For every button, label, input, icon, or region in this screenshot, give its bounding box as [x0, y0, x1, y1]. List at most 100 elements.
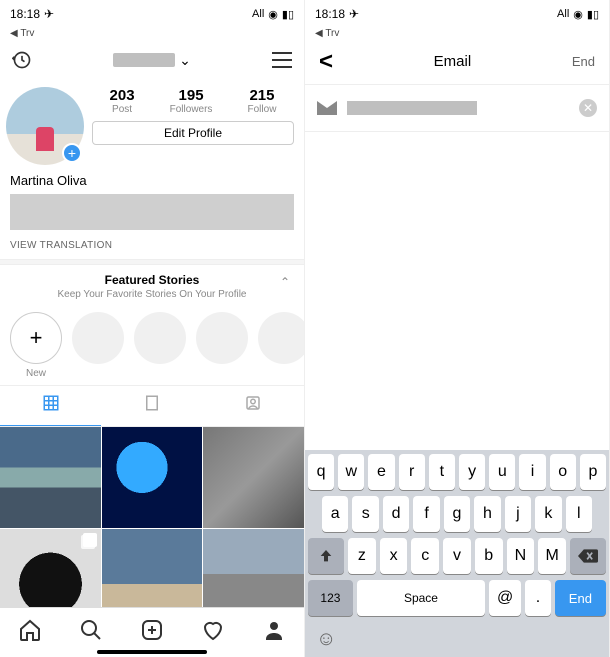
- profile-navbar: ⌄: [0, 39, 304, 81]
- nav-search[interactable]: [79, 618, 103, 647]
- key-k[interactable]: k: [535, 496, 561, 532]
- avatar-wrap[interactable]: +: [6, 87, 86, 167]
- key-u[interactable]: u: [489, 454, 515, 490]
- key-backspace[interactable]: [570, 538, 606, 574]
- key-q[interactable]: q: [308, 454, 334, 490]
- photo-cell[interactable]: [102, 427, 203, 528]
- key-w[interactable]: w: [338, 454, 364, 490]
- key-o[interactable]: o: [550, 454, 576, 490]
- photo-cell[interactable]: [0, 427, 101, 528]
- key-y[interactable]: y: [459, 454, 485, 490]
- profile-header: + 203 Post 195 Followers 215 Follow Edit…: [0, 81, 304, 171]
- bio-redacted: [10, 194, 294, 230]
- stat-followers[interactable]: 195 Followers: [170, 87, 213, 115]
- location-icon: ✈: [44, 7, 54, 21]
- key-j[interactable]: j: [505, 496, 531, 532]
- back-button[interactable]: <: [319, 48, 333, 76]
- phone-left: 18:18 ✈ All ◉ ▮▯ ◀ Trv ⌄ + 203 Post: [0, 0, 305, 657]
- battery-icon: ▮▯: [282, 8, 294, 21]
- back-trv[interactable]: ◀ Trv: [0, 28, 304, 39]
- menu-button[interactable]: [272, 52, 292, 68]
- keyboard: q w e r t y u i o p a s d f g h j k l z …: [305, 450, 609, 657]
- key-at[interactable]: @: [489, 580, 521, 616]
- username-redacted: [113, 53, 175, 67]
- photo-grid: [0, 427, 304, 629]
- location-icon: ✈: [349, 7, 359, 21]
- key-s[interactable]: s: [352, 496, 378, 532]
- key-r[interactable]: r: [399, 454, 425, 490]
- keyboard-row-4: 123 Space @ . End: [308, 580, 606, 616]
- nav-add[interactable]: [140, 618, 164, 647]
- key-e[interactable]: e: [368, 454, 394, 490]
- key-x[interactable]: x: [380, 538, 408, 574]
- key-space[interactable]: Space: [357, 580, 485, 616]
- stat-posts[interactable]: 203 Post: [110, 87, 135, 115]
- emoji-button[interactable]: ☺: [308, 622, 606, 651]
- key-n[interactable]: N: [507, 538, 535, 574]
- add-story-badge[interactable]: +: [62, 143, 82, 163]
- key-a[interactable]: a: [322, 496, 348, 532]
- stat-following[interactable]: 215 Follow: [248, 87, 277, 115]
- key-f[interactable]: f: [413, 496, 439, 532]
- email-field-row: ✕: [305, 85, 609, 132]
- end-button[interactable]: End: [572, 54, 595, 69]
- view-translation-link[interactable]: VIEW TRANSLATION: [0, 234, 304, 259]
- email-navbar: < Email End: [305, 39, 609, 85]
- nav-activity[interactable]: [201, 618, 225, 647]
- tab-tagged[interactable]: [203, 386, 304, 426]
- key-shift[interactable]: [308, 538, 344, 574]
- highlight-placeholder: [72, 312, 124, 379]
- tab-feed[interactable]: [101, 386, 202, 426]
- email-input[interactable]: [347, 101, 477, 115]
- carrier-label: All: [557, 8, 569, 20]
- featured-stories-header[interactable]: Featured Stories Keep Your Favorite Stor…: [0, 265, 304, 306]
- edit-profile-button[interactable]: Edit Profile: [92, 121, 294, 145]
- home-indicator: [97, 650, 207, 654]
- status-time: 18:18: [315, 7, 345, 21]
- keyboard-row-1: q w e r t y u i o p: [308, 454, 606, 490]
- key-mode[interactable]: 123: [308, 580, 353, 616]
- key-l[interactable]: l: [566, 496, 592, 532]
- key-b[interactable]: b: [475, 538, 503, 574]
- key-z[interactable]: z: [348, 538, 376, 574]
- key-c[interactable]: c: [411, 538, 439, 574]
- key-dot[interactable]: .: [525, 580, 551, 616]
- wifi-icon: ◉: [268, 8, 278, 21]
- plus-icon: +: [10, 312, 62, 364]
- chevron-up-icon: ⌃: [280, 275, 290, 289]
- highlight-placeholder: [134, 312, 186, 379]
- key-g[interactable]: g: [444, 496, 470, 532]
- status-time: 18:18: [10, 7, 40, 21]
- status-bar: 18:18 ✈ All ◉ ▮▯: [305, 0, 609, 28]
- profile-tabs: [0, 385, 304, 427]
- status-bar: 18:18 ✈ All ◉ ▮▯: [0, 0, 304, 28]
- highlights-row: + New: [0, 306, 304, 385]
- key-t[interactable]: t: [429, 454, 455, 490]
- username-dropdown[interactable]: ⌄: [113, 52, 191, 69]
- phone-right: 18:18 ✈ All ◉ ▮▯ ◀ Trv < Email End ✕ q w…: [305, 0, 610, 657]
- key-v[interactable]: v: [443, 538, 471, 574]
- bottom-nav: [0, 607, 304, 657]
- tab-grid[interactable]: [0, 386, 101, 426]
- key-m[interactable]: M: [538, 538, 566, 574]
- key-p[interactable]: p: [580, 454, 606, 490]
- chevron-down-icon: ⌄: [179, 52, 191, 69]
- back-trv[interactable]: ◀ Trv: [305, 28, 609, 39]
- nav-profile[interactable]: [262, 618, 286, 647]
- archive-icon[interactable]: [12, 50, 32, 70]
- carrier-label: All: [252, 8, 264, 20]
- keyboard-row-2: a s d f g h j k l: [308, 496, 606, 532]
- key-d[interactable]: d: [383, 496, 409, 532]
- key-send[interactable]: End: [555, 580, 606, 616]
- keyboard-row-3: z x c v b N M: [308, 538, 606, 574]
- nav-home[interactable]: [18, 618, 42, 647]
- clear-button[interactable]: ✕: [579, 99, 597, 117]
- highlight-placeholder: [258, 312, 304, 379]
- key-i[interactable]: i: [519, 454, 545, 490]
- photo-cell[interactable]: [203, 427, 304, 528]
- highlight-new[interactable]: + New: [10, 312, 62, 379]
- key-h[interactable]: h: [474, 496, 500, 532]
- carousel-icon: [83, 533, 97, 547]
- highlight-placeholder: [196, 312, 248, 379]
- battery-icon: ▮▯: [587, 8, 599, 21]
